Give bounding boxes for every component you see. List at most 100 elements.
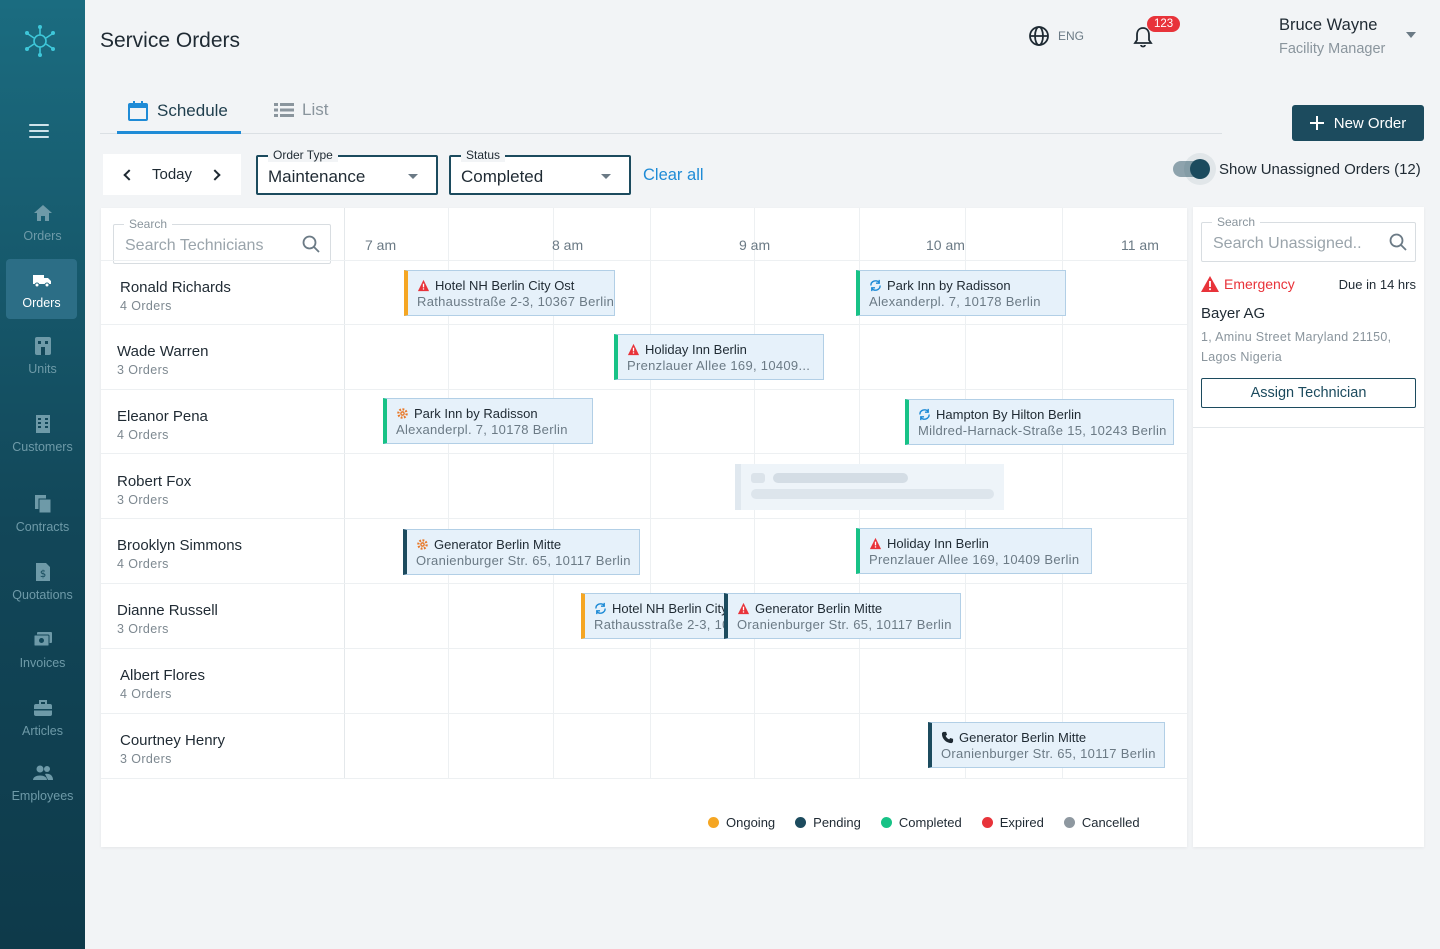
order-title: Park Inn by Radisson	[414, 405, 538, 421]
legend-item: Cancelled	[1063, 815, 1140, 830]
assign-technician-button[interactable]: Assign Technician	[1201, 378, 1416, 408]
sidebar: Orders Orders Units Customers Contracts …	[0, 0, 85, 949]
status-label: Status	[461, 148, 506, 162]
sidebar-item-home[interactable]: Orders	[0, 203, 85, 263]
order-address: Oranienburger Str. 65, 10117 Berlin	[941, 746, 1156, 761]
tab-list[interactable]: List	[274, 100, 328, 120]
search-icon	[302, 235, 320, 253]
technician-row[interactable]: Brooklyn Simmons 4 Orders	[117, 537, 242, 571]
sidebar-item-orders[interactable]: Orders	[6, 259, 77, 319]
order-address: Alexanderpl. 7, 10178 Berlin	[396, 422, 568, 437]
order-address: Rathausstraße 2-3, 10367 Berlin	[417, 294, 615, 309]
technician-row[interactable]: Courtney Henry 3 Orders	[120, 732, 225, 766]
technician-row[interactable]: Robert Fox 3 Orders	[117, 473, 191, 507]
company-name: Bayer AG	[1201, 305, 1266, 322]
sidebar-item-invoices[interactable]: Invoices	[0, 630, 85, 690]
chevron-right-icon[interactable]	[209, 168, 221, 181]
technician-name: Courtney Henry	[120, 732, 226, 749]
legend-item: Ongoing	[708, 815, 775, 830]
sidebar-item-customers[interactable]: Customers	[0, 414, 85, 474]
plus-icon	[1309, 116, 1324, 130]
unassigned-search-input[interactable]: Search Search Unassigned..	[1201, 215, 1416, 262]
home-icon	[33, 205, 52, 221]
status-value: Completed	[461, 167, 544, 186]
technician-row[interactable]: Wade Warren 3 Orders	[117, 343, 208, 377]
tab-label: List	[302, 100, 329, 119]
technician-search-input[interactable]: Search Search Technicians	[113, 217, 331, 264]
technician-order-count: 3 Orders	[117, 363, 169, 377]
sidebar-item-units[interactable]: Units	[0, 336, 85, 396]
legend-item: Completed	[880, 815, 962, 830]
unassigned-toggle-label: Show Unassigned Orders (12)	[1219, 161, 1421, 178]
technician-order-count: 4 Orders	[120, 687, 172, 701]
order-card[interactable]: Generator Berlin Mitte Oranienburger Str…	[928, 722, 1165, 768]
language-selector[interactable]: ENG	[1028, 25, 1084, 47]
chevron-left-icon[interactable]	[123, 168, 135, 181]
caret-down-icon	[601, 174, 611, 179]
technician-row[interactable]: Ronald Richards 4 Orders	[120, 279, 231, 313]
order-address: Prenzlauer Allee 169, 10409 Berlin	[869, 552, 1080, 567]
tab-schedule[interactable]: Schedule	[127, 100, 228, 122]
date-label[interactable]: Today	[152, 166, 192, 183]
order-card[interactable]: Park Inn by Radisson Alexanderpl. 7, 101…	[856, 270, 1066, 316]
clear-all-link[interactable]: Clear all	[643, 166, 704, 185]
new-order-label: New Order	[1333, 114, 1407, 132]
order-card[interactable]: Hotel NH Berlin City Ost Rathausstraße 2…	[404, 270, 615, 316]
active-tab-indicator	[117, 131, 241, 134]
technician-row[interactable]: Dianne Russell 3 Orders	[117, 602, 218, 636]
search-label: Search	[124, 217, 173, 231]
language-label: ENG	[1058, 29, 1085, 43]
sidebar-item-quotations[interactable]: $ Quotations	[0, 562, 85, 622]
sidebar-item-contracts[interactable]: Contracts	[0, 494, 85, 554]
schedule-panel: Search Search Technicians 7 am 8 am 9 am…	[101, 208, 1187, 847]
sidebar-item-label: Employees	[11, 789, 74, 803]
order-card[interactable]: Holiday Inn Berlin Prenzlauer Allee 169,…	[856, 528, 1092, 574]
menu-icon[interactable]	[29, 124, 49, 138]
user-name[interactable]: Bruce Wayne	[1279, 16, 1377, 35]
order-card[interactable]: Generator Berlin Mitte Oranienburger Str…	[724, 593, 961, 639]
refresh-icon	[595, 602, 606, 614]
logo-icon[interactable]	[23, 24, 57, 58]
technician-order-count: 3 Orders	[117, 622, 169, 636]
warning-icon	[869, 537, 882, 549]
order-card[interactable]: Holiday Inn Berlin Prenzlauer Allee 169,…	[614, 334, 824, 380]
tabs-divider	[100, 133, 1222, 134]
technician-order-count: 3 Orders	[120, 752, 172, 766]
time-label: 9 am	[739, 237, 771, 253]
technician-row[interactable]: Albert Flores 4 Orders	[120, 667, 205, 701]
order-card[interactable]: Hampton By Hilton Berlin Mildred-Harnack…	[905, 399, 1174, 445]
order-type-select[interactable]: Order Type Maintenance	[256, 148, 438, 195]
status-select[interactable]: Status Completed	[449, 148, 631, 195]
warning-icon	[737, 602, 750, 614]
tab-label: Schedule	[157, 101, 228, 120]
priority-badge: Emergency	[1201, 276, 1295, 292]
caret-down-icon	[408, 174, 418, 179]
sidebar-item-label: Contracts	[15, 520, 70, 534]
order-title: Generator Berlin Mitte	[755, 600, 883, 616]
loading-placeholder	[735, 464, 1004, 510]
sidebar-item-label: Orders	[22, 296, 61, 310]
gear-icon	[397, 407, 408, 419]
order-card[interactable]: Hotel NH Berlin City Rathausstraße 2-3, …	[581, 593, 726, 639]
gear-icon	[417, 538, 428, 550]
order-title: Hotel NH Berlin City	[612, 600, 726, 616]
sidebar-item-employees[interactable]: Employees	[0, 763, 85, 823]
chevron-down-icon[interactable]	[1406, 32, 1416, 38]
unassigned-toggle[interactable]	[1173, 159, 1210, 179]
technician-name: Albert Flores	[120, 667, 206, 684]
technician-order-count: 4 Orders	[117, 557, 169, 571]
legend-item: Pending	[795, 815, 861, 830]
order-title: Holiday Inn Berlin	[887, 535, 989, 551]
sidebar-item-articles[interactable]: Articles	[0, 698, 85, 758]
list-icon	[274, 103, 294, 117]
order-card[interactable]: Park Inn by Radisson Alexanderpl. 7, 101…	[383, 398, 593, 444]
order-address: Prenzlauer Allee 169, 10409...	[627, 358, 811, 373]
order-card[interactable]: Generator Berlin Mitte Oranienburger Str…	[403, 529, 640, 575]
date-navigator: Today	[103, 154, 241, 195]
units-icon	[34, 337, 51, 355]
technician-row[interactable]: Eleanor Pena 4 Orders	[117, 408, 208, 442]
new-order-button[interactable]: New Order	[1292, 105, 1424, 141]
technician-name: Wade Warren	[117, 343, 209, 360]
time-label: 7 am	[365, 237, 397, 253]
order-title: Holiday Inn Berlin	[645, 341, 747, 357]
